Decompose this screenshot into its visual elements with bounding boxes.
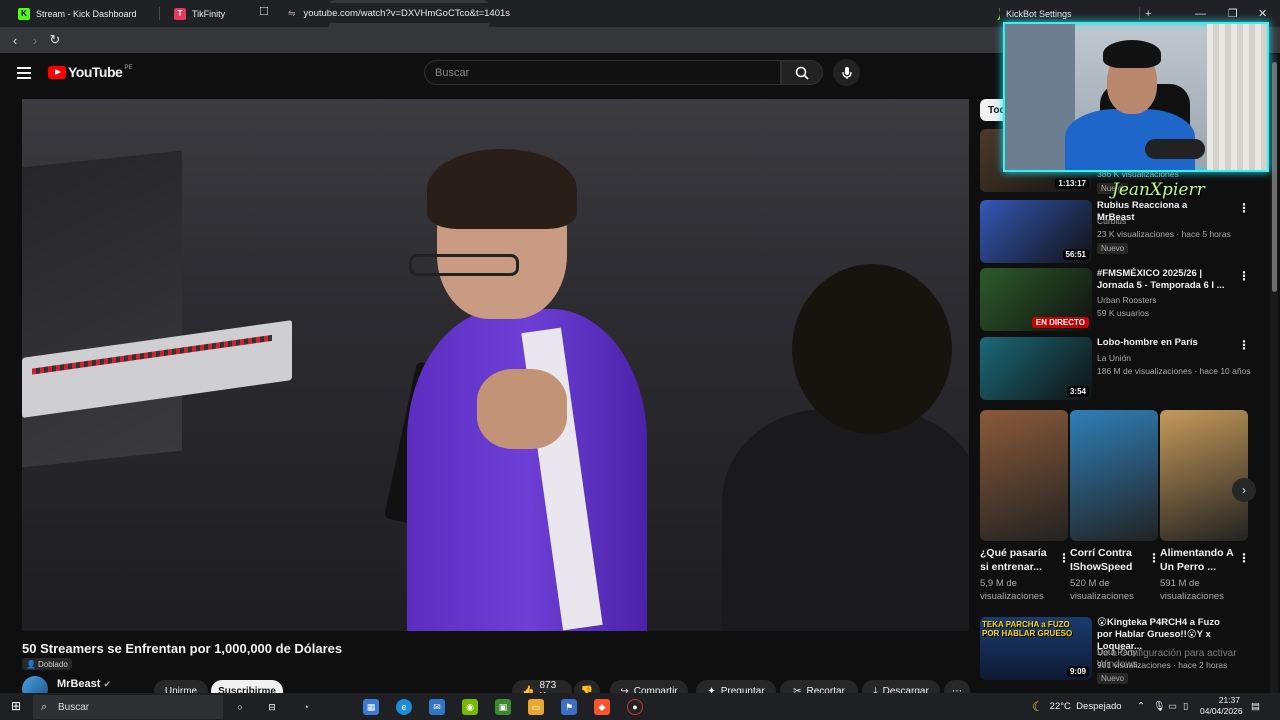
- video-thumbnail[interactable]: 3:54: [980, 337, 1092, 400]
- app-icon[interactable]: ⚑: [561, 699, 577, 715]
- address-bar[interactable]: ⇋ youtube.com/watch?v=DXVHmGoCTco&t=1401…: [280, 3, 1000, 23]
- copilot-icon[interactable]: ◔: [298, 699, 314, 715]
- channel-name: Curbius: [1097, 216, 1127, 226]
- list-item[interactable]: 3:54 Lobo-hombre en París La Unión 186 M de…: [980, 337, 1251, 401]
- brave-icon[interactable]: ◆: [594, 699, 610, 715]
- verified-icon: ✔: [103, 679, 112, 689]
- search-button[interactable]: [781, 60, 823, 85]
- more-options-icon[interactable]: ⋮: [1238, 551, 1250, 565]
- browser-tab-label: Stream - Kick Dashboard: [36, 8, 137, 19]
- channel-name[interactable]: MrBeast ✔: [57, 678, 111, 690]
- moon-icon: ☾: [1032, 698, 1044, 714]
- short-thumbnail[interactable]: [980, 410, 1068, 541]
- search-icon: ⌕: [41, 700, 48, 713]
- new-badge: Nuevo: [1097, 243, 1129, 254]
- more-options-icon[interactable]: ⋮: [1238, 339, 1250, 351]
- more-options-icon[interactable]: ⋮: [1148, 551, 1160, 565]
- site-info-icon[interactable]: ⇋: [288, 8, 296, 19]
- browser-tab[interactable]: K Stream - Kick Dashboard: [10, 0, 160, 27]
- language-icon[interactable]: ▭: [1168, 693, 1177, 720]
- video-thumbnail[interactable]: 56:51: [980, 200, 1092, 263]
- short-views: 520 M de visualizaciones: [1070, 578, 1134, 602]
- webcam-overlay: [1003, 22, 1269, 172]
- tray-chevron-icon[interactable]: ⌃: [1137, 693, 1145, 720]
- more-options-icon[interactable]: ⋮: [1238, 270, 1250, 282]
- voice-search-button[interactable]: [833, 59, 860, 86]
- video-player[interactable]: [22, 99, 969, 631]
- search-icon: [795, 66, 809, 80]
- more-options-icon[interactable]: ⋮: [1058, 551, 1070, 565]
- microphone-icon[interactable]: 🎙: [1153, 693, 1165, 720]
- dubbed-badge: 👤 Doblado: [22, 658, 72, 670]
- tikfinity-icon: T: [174, 7, 186, 20]
- video-title: Lobo-hombre en París: [1097, 337, 1198, 348]
- short-title: ¿Qué pasaría si entrenar...: [980, 547, 1047, 573]
- windows-start-icon[interactable]: ⊞: [8, 698, 24, 714]
- browser-tab-label: KickBot Settings: [1006, 8, 1072, 19]
- back-button[interactable]: ‹: [5, 30, 25, 50]
- short-item[interactable]: Alimentando A Un Perro ... 591 M de visua…: [1160, 410, 1250, 603]
- network-icon[interactable]: ▯: [1183, 693, 1188, 720]
- activate-windows-watermark: Ve a Configuración para activar Windows.: [1097, 648, 1237, 670]
- video-meta: 186 M de visualizaciones · hace 10 años: [1097, 366, 1251, 376]
- live-badge: EN DIRECTO: [1031, 317, 1089, 328]
- widgets-icon[interactable]: ⊟: [264, 699, 280, 715]
- kick-icon: K: [18, 7, 30, 20]
- system-clock[interactable]: 21:37 04/04/2026: [1200, 695, 1243, 717]
- menu-icon[interactable]: [17, 67, 31, 82]
- list-item[interactable]: EN DIRECTO #FMSMÉXICO 2025/26 | Jornada 5…: [980, 268, 1250, 332]
- shorts-shelf: ¿Qué pasaría si entrenar... 5,9 M de visu…: [980, 410, 1252, 610]
- video-meta: 59 K usuarios: [1097, 308, 1149, 318]
- channel-name: Urban Roosters: [1097, 295, 1157, 305]
- scrollbar-thumb[interactable]: [1272, 62, 1277, 292]
- reload-button[interactable]: ↻: [45, 30, 65, 50]
- youtube-logo[interactable]: YouTube PE: [48, 64, 132, 80]
- video-thumbnail[interactable]: EN DIRECTO: [980, 268, 1092, 331]
- video-title: 50 Streamers se Enfrentan por 1,000,000 …: [22, 641, 343, 656]
- store-icon[interactable]: ▦: [363, 699, 379, 715]
- short-thumbnail[interactable]: [1160, 410, 1248, 541]
- forward-button[interactable]: ›: [25, 30, 45, 50]
- streamer-name: JeanXpierr: [1112, 180, 1205, 200]
- channel-name: La Unión: [1097, 353, 1132, 363]
- microphone-icon: [841, 66, 852, 79]
- short-thumbnail[interactable]: [1070, 410, 1158, 541]
- short-title: Alimentando A Un Perro ...: [1160, 547, 1234, 573]
- notifications-icon[interactable]: ▤: [1251, 693, 1260, 720]
- short-item[interactable]: ¿Qué pasaría si entrenar... 5,9 M de visu…: [980, 410, 1070, 603]
- short-title: Corrí Contra IShowSpeed: [1070, 547, 1133, 573]
- more-options-icon[interactable]: ⋮: [1238, 202, 1250, 214]
- short-item[interactable]: Corrí Contra IShowSpeed 520 M de visualiz…: [1070, 410, 1160, 603]
- video-thumbnail[interactable]: TEKA PARCHA a FUZO POR HABLAR GRUESO 9:0…: [980, 617, 1092, 680]
- youtube-play-icon: [48, 65, 66, 79]
- obs-icon[interactable]: ●: [627, 699, 643, 715]
- file-explorer-icon[interactable]: ▭: [528, 699, 544, 715]
- edge-icon[interactable]: e: [396, 699, 412, 715]
- search-input[interactable]: Buscar: [424, 60, 781, 85]
- mail-icon[interactable]: ✉: [429, 699, 445, 715]
- url-text: youtube.com/watch?v=DXVHmGoCTco&t=1401s: [303, 7, 511, 19]
- minecraft-icon[interactable]: ▣: [495, 699, 511, 715]
- short-views: 5,9 M de visualizaciones: [980, 578, 1044, 602]
- weather-widget[interactable]: ☾ 22°C Despejado: [1032, 693, 1122, 720]
- video-title: #FMSMÉXICO 2025/26 | Jornada 5 - Tempora…: [1097, 268, 1225, 291]
- taskbar-search-input[interactable]: ⌕ Buscar: [33, 695, 223, 719]
- task-view-icon[interactable]: ○: [232, 699, 248, 715]
- short-views: 591 M de visualizaciones: [1160, 578, 1224, 602]
- bookmark-icon[interactable]: ☐: [259, 5, 269, 18]
- browser-tab-label: TikFinity: [192, 8, 226, 19]
- nvidia-icon[interactable]: ◉: [462, 699, 478, 715]
- chevron-right-icon[interactable]: ›: [1232, 478, 1256, 502]
- list-item[interactable]: 56:51 Rubius Reacciona a MrBeast Curbius 23…: [980, 200, 1250, 264]
- video-meta: 23 K visualizaciones · hace 5 horas: [1097, 229, 1231, 239]
